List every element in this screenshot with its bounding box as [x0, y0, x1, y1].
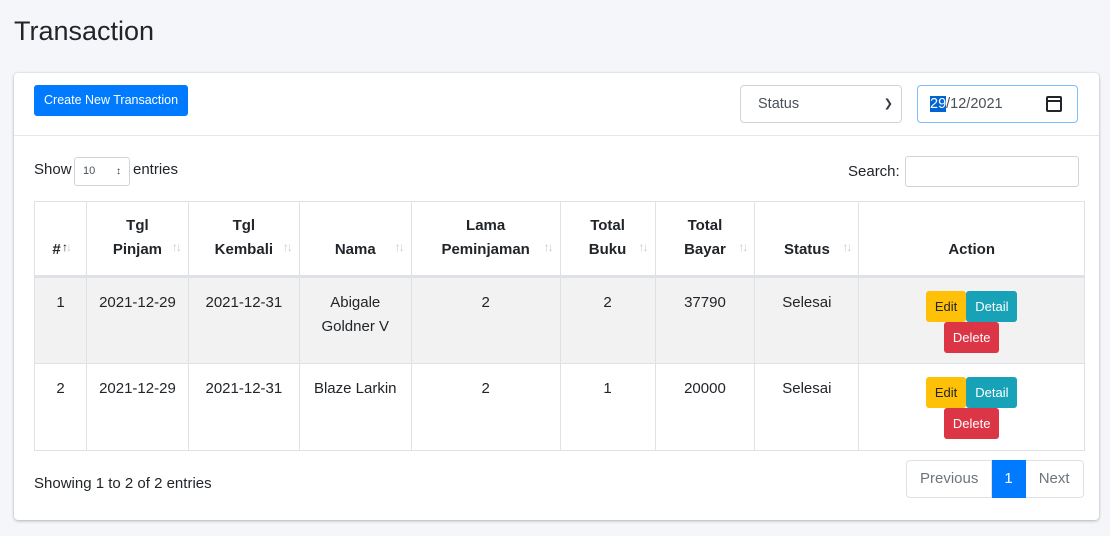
cell-total-buku: 1	[559, 363, 656, 451]
status-filter-select[interactable]: Status ❯	[740, 85, 902, 123]
chevron-down-icon: ❯	[883, 98, 893, 110]
transaction-card: Create New Transaction Status ❯ 29/12/20…	[14, 73, 1099, 520]
calendar-icon[interactable]	[1046, 96, 1062, 112]
cell-total-bayar: 37790	[654, 276, 756, 364]
cell-no: 1	[34, 276, 87, 364]
cell-tgl-kembali: 2021-12-31	[187, 276, 300, 364]
sort-icon: ↑↓	[543, 240, 554, 254]
table-info: Showing 1 to 2 of 2 entries	[34, 475, 212, 492]
sort-icon: ↑↓	[638, 240, 649, 254]
edit-button[interactable]: Edit	[925, 377, 967, 408]
column-header-status[interactable]: Status ↑↓	[754, 201, 860, 278]
search-label: Search:	[848, 163, 900, 180]
column-header-lama-peminjaman[interactable]: Lama Peminjaman ↑↓	[410, 201, 561, 278]
column-header-total-bayar[interactable]: Total Bayar ↑↓	[654, 201, 756, 278]
cell-lama: 2	[410, 276, 561, 364]
cell-status: Selesai	[754, 276, 860, 364]
delete-button[interactable]: Delete	[943, 408, 1000, 439]
card-header: Create New Transaction Status ❯ 29/12/20…	[14, 73, 1099, 136]
table-row: 1 2021-12-29 2021-12-31 Abigale Goldner V…	[34, 276, 1085, 364]
date-filter-input[interactable]: 29/12/2021	[917, 85, 1078, 123]
previous-page-button[interactable]: Previous	[906, 460, 993, 498]
cell-total-bayar: 20000	[654, 363, 756, 451]
cell-tgl-pinjam: 2021-12-29	[85, 363, 189, 451]
cell-status: Selesai	[754, 363, 860, 451]
delete-button[interactable]: Delete	[943, 322, 1000, 353]
detail-button[interactable]: Detail	[966, 377, 1018, 408]
page-1-button[interactable]: 1	[992, 460, 1026, 498]
column-header-tgl-kembali[interactable]: Tgl Kembali ↑↓	[187, 201, 300, 278]
cell-total-buku: 2	[559, 276, 656, 364]
column-header-tgl-pinjam[interactable]: Tgl Pinjam ↑↓	[85, 201, 189, 278]
table-row: 2 2021-12-29 2021-12-31 Blaze Larkin 2 1…	[34, 363, 1085, 451]
cell-nama: Blaze Larkin	[298, 363, 412, 451]
entries-length-select[interactable]: 10 ↕	[74, 157, 130, 186]
edit-button[interactable]: Edit	[925, 291, 967, 322]
show-label: Show	[34, 161, 72, 178]
cell-no: 2	[34, 363, 87, 451]
column-header-action: Action	[858, 201, 1085, 278]
updown-icon: ↕	[116, 166, 121, 177]
date-day-segment[interactable]: 29	[930, 96, 947, 112]
date-rest-segment[interactable]: /12/2021	[946, 96, 1002, 112]
detail-button[interactable]: Detail	[966, 291, 1018, 322]
cell-action: Edit Detail Delete	[858, 276, 1085, 364]
column-header-total-buku[interactable]: Total Buku ↑↓	[559, 201, 656, 278]
transaction-table: # ↑↓ Tgl Pinjam ↑↓ Tgl Kembali ↑↓ Nama ↑↓ Lama…	[34, 201, 1085, 451]
pagination: Previous 1 Next	[906, 460, 1084, 498]
next-page-button[interactable]: Next	[1025, 460, 1084, 498]
sort-icon: ↑↓	[738, 240, 748, 254]
create-transaction-button[interactable]: Create New Transaction	[34, 85, 189, 116]
status-select-value: Status	[758, 96, 800, 112]
sort-icon: ↑↓	[61, 240, 72, 254]
cell-tgl-kembali: 2021-12-31	[187, 363, 300, 451]
page-title: Transaction	[14, 16, 155, 46]
cell-nama: Abigale Goldner V	[298, 276, 412, 364]
column-header-no[interactable]: # ↑↓	[34, 201, 87, 278]
sort-icon: ↑↓	[282, 240, 293, 254]
cell-action: Edit Detail Delete	[858, 363, 1085, 451]
cell-lama: 2	[410, 363, 561, 451]
sort-icon: ↑↓	[394, 240, 405, 254]
sort-icon: ↑↓	[842, 240, 852, 254]
sort-icon: ↑↓	[171, 240, 182, 254]
entries-label: entries	[133, 161, 179, 178]
length-select-value: 10	[83, 165, 96, 177]
column-header-nama[interactable]: Nama ↑↓	[298, 201, 412, 278]
table-header-row: # ↑↓ Tgl Pinjam ↑↓ Tgl Kembali ↑↓ Nama ↑↓ Lama…	[34, 201, 1085, 278]
search-input[interactable]	[905, 156, 1079, 187]
cell-tgl-pinjam: 2021-12-29	[85, 276, 189, 364]
